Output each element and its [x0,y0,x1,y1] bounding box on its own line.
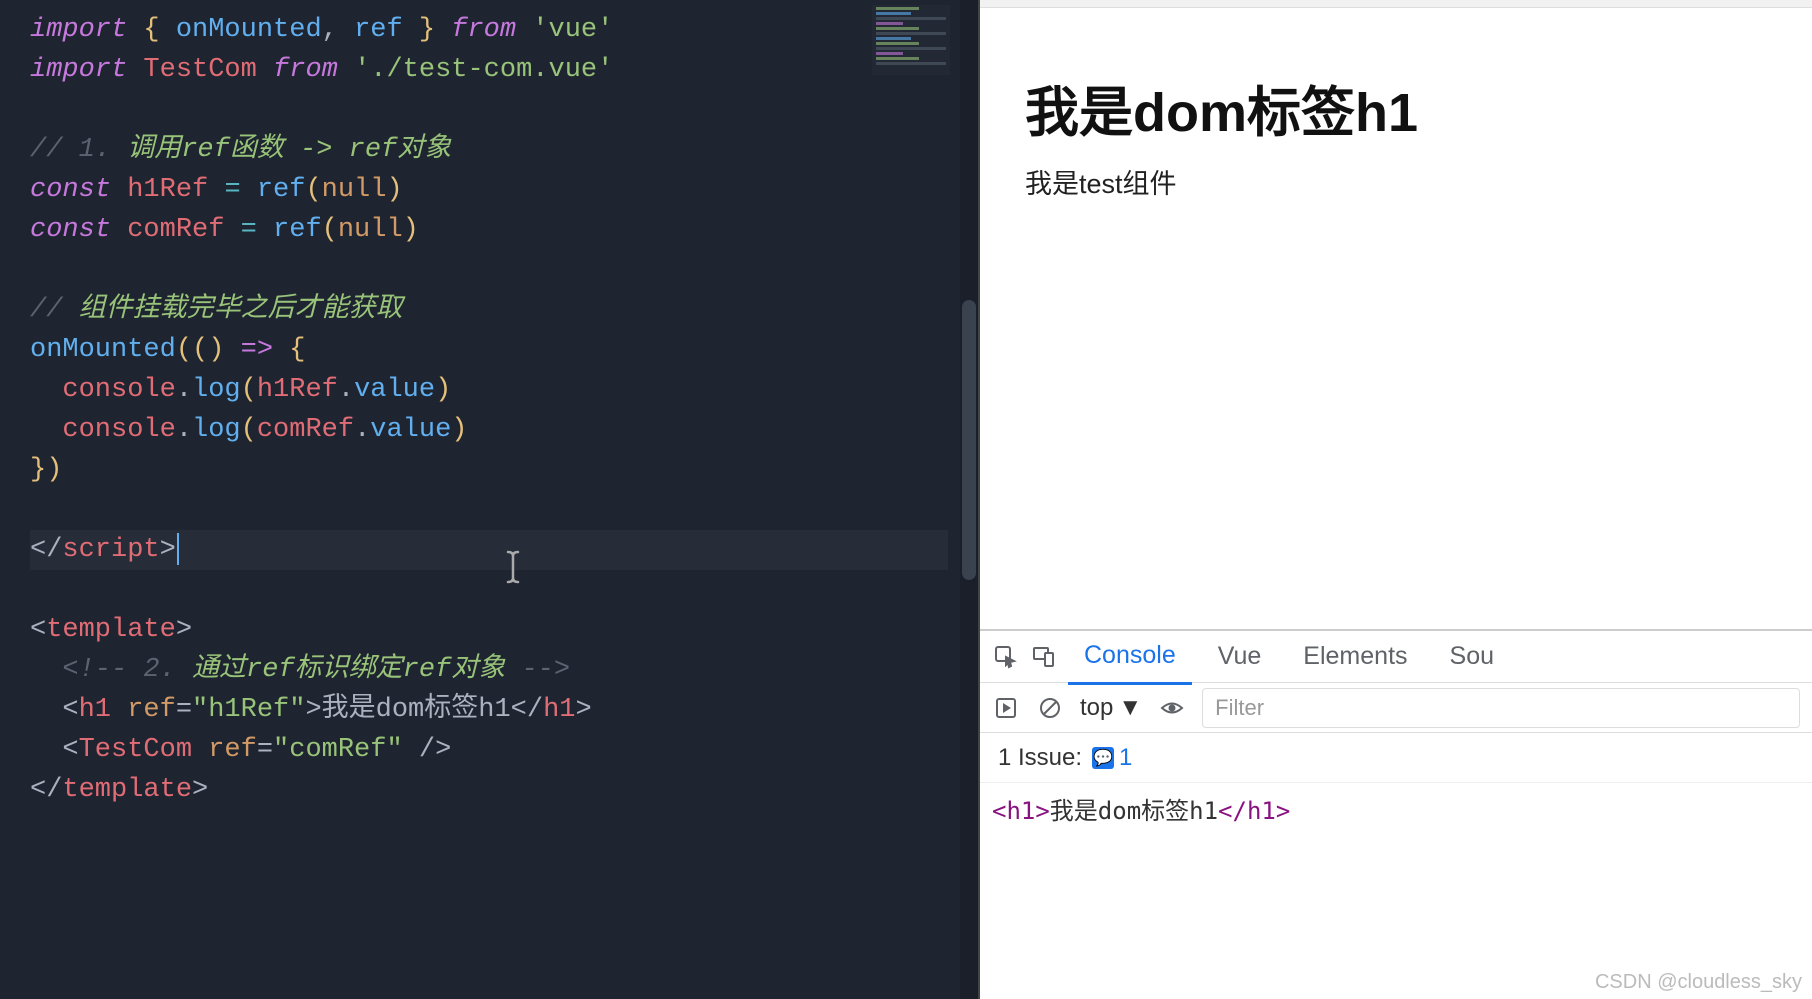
code-area[interactable]: import { onMounted, ref } from 'vue' imp… [0,0,978,820]
code-line[interactable]: console.log(comRef.value) [30,410,948,450]
code-line-empty[interactable] [30,90,948,130]
devtools-tabs: Console Vue Elements Sou [980,631,1812,683]
tab-console[interactable]: Console [1068,629,1192,685]
code-line[interactable]: onMounted(() => { [30,330,948,370]
live-expression-icon[interactable] [1158,694,1186,722]
tab-sources[interactable]: Sou [1434,630,1510,683]
context-dropdown[interactable]: top ▼ [1080,694,1142,722]
code-line[interactable]: </template> [30,770,948,810]
browser-pane: 我是dom标签h1 我是test组件 Console Vue Elements … [978,0,1812,999]
code-line[interactable]: }) [30,450,948,490]
console-line[interactable]: <h1>我是dom标签h1</h1> [992,791,1800,826]
browser-toolbar [980,0,1812,8]
issue-icon: 💬 [1092,747,1114,769]
code-line-empty[interactable] [30,250,948,290]
page-text: 我是test组件 [1025,162,1767,201]
devtools-controls: top ▼ Filter [980,683,1812,733]
tab-vue[interactable]: Vue [1202,630,1278,683]
clear-console-icon[interactable] [1036,694,1064,722]
tab-elements[interactable]: Elements [1287,630,1423,683]
code-line[interactable]: // 1. 调用ref函数 -> ref对象 [30,130,948,170]
editor-scrollbar[interactable] [960,0,978,999]
text-caret [177,533,179,565]
context-dropdown-label: top [1080,694,1113,722]
devtools: Console Vue Elements Sou top ▼ Filter 1 … [980,629,1812,999]
code-line-current[interactable]: </script> [30,530,948,570]
code-line[interactable]: const comRef = ref(null) [30,210,948,250]
toggle-device-icon[interactable] [1030,643,1058,671]
watermark: CSDN @cloudless_sky [1595,971,1802,994]
code-line[interactable]: console.log(h1Ref.value) [30,370,948,410]
code-editor-pane[interactable]: import { onMounted, ref } from 'vue' imp… [0,0,978,999]
issue-badge[interactable]: 💬 1 [1092,744,1132,772]
devtools-issues-bar[interactable]: 1 Issue: 💬 1 [980,733,1812,783]
chevron-down-icon: ▼ [1118,694,1142,722]
devtools-console-output[interactable]: <h1>我是dom标签h1</h1> [980,783,1812,999]
execution-context-icon[interactable] [992,694,1020,722]
code-line[interactable]: <!-- 2. 通过ref标识绑定ref对象 --> [30,650,948,690]
scrollbar-thumb[interactable] [962,300,976,580]
code-line[interactable]: // 组件挂载完毕之后才能获取 [30,290,948,330]
issue-count: 1 [1119,744,1132,772]
code-line[interactable]: import TestCom from './test-com.vue' [30,50,948,90]
code-line-empty[interactable] [30,490,948,530]
code-line[interactable]: <template> [30,610,948,650]
inspect-element-icon[interactable] [992,643,1020,671]
page-content: 我是dom标签h1 我是test组件 [980,8,1812,629]
code-line[interactable]: import { onMounted, ref } from 'vue' [30,10,948,50]
filter-input[interactable]: Filter [1202,688,1800,728]
page-heading: 我是dom标签h1 [1025,68,1767,147]
issues-label: 1 Issue: [998,744,1082,772]
code-line[interactable]: const h1Ref = ref(null) [30,170,948,210]
code-line[interactable]: <TestCom ref="comRef" /> [30,730,948,770]
code-line-empty[interactable] [30,570,948,610]
minimap[interactable] [872,5,950,75]
code-line[interactable]: <h1 ref="h1Ref">我是dom标签h1</h1> [30,690,948,730]
